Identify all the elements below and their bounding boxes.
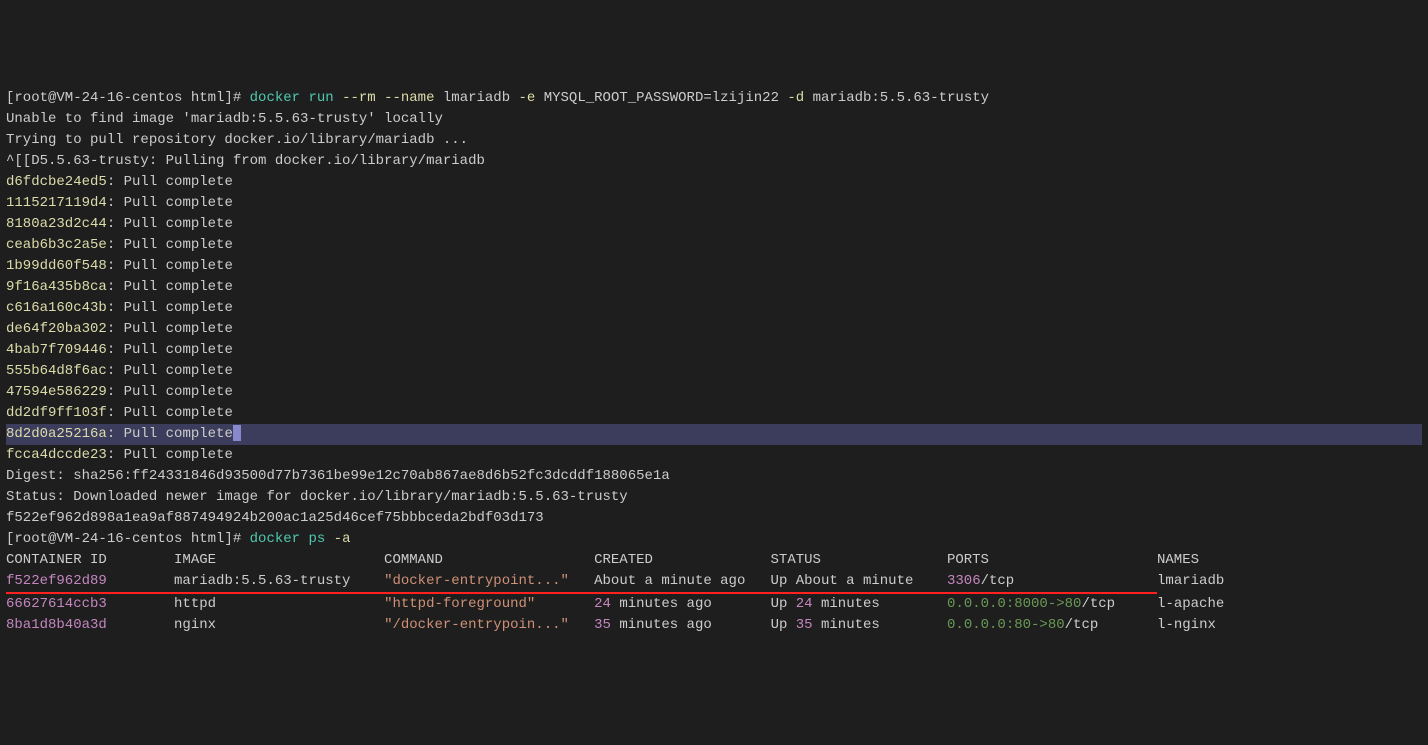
pull-layer: 8180a23d2c44: Pull complete [6, 214, 1422, 235]
prompt: [root@VM-24-16-centos html]# [6, 90, 250, 106]
pull-layer: 555b64d8f6ac: Pull complete [6, 361, 1422, 382]
pull-layer: d6fdcbe24ed5: Pull complete [6, 172, 1422, 193]
env-value: MYSQL_ROOT_PASSWORD=lzijin22 [535, 90, 787, 106]
prompt: [root@VM-24-16-centos html]# [6, 531, 250, 547]
flag-d: -d [787, 90, 804, 106]
docker-cmd: docker run [250, 90, 334, 106]
terminal-output[interactable]: [root@VM-24-16-centos html]# docker run … [6, 88, 1422, 636]
pull-layer: 1b99dd60f548: Pull complete [6, 256, 1422, 277]
table-row: f522ef962d89 mariadb:5.5.63-trusty "dock… [6, 571, 1422, 594]
pull-layer: 8d2d0a25216a: Pull complete [6, 424, 1422, 445]
table-row: 8ba1d8b40a3d nginx "/docker-entrypoin...… [6, 615, 1422, 636]
digest-line: Digest: sha256:ff24331846d93500d77b7361b… [6, 466, 1422, 487]
container-id-output: f522ef962d898a1ea9af887494924b200ac1a25d… [6, 508, 1422, 529]
table-row: 66627614ccb3 httpd "httpd-foreground" 24… [6, 594, 1422, 615]
command-line-2: [root@VM-24-16-centos html]# docker ps -… [6, 529, 1422, 550]
pull-layer: c616a160c43b: Pull complete [6, 298, 1422, 319]
pull-layer: de64f20ba302: Pull complete [6, 319, 1422, 340]
command-line-1: [root@VM-24-16-centos html]# docker run … [6, 88, 1422, 109]
status-line: Status: Downloaded newer image for docke… [6, 487, 1422, 508]
name-value: lmariadb [435, 90, 519, 106]
pull-layer: 9f16a435b8ca: Pull complete [6, 277, 1422, 298]
flag-name: --name [384, 90, 434, 106]
pull-layer: dd2df9ff103f: Pull complete [6, 403, 1422, 424]
flag-a: -a [334, 531, 351, 547]
pull-layer: ceab6b3c2a5e: Pull complete [6, 235, 1422, 256]
output-line: ^[[D5.5.63-trusty: Pulling from docker.i… [6, 151, 1422, 172]
flag-e: -e [519, 90, 536, 106]
pull-layer: 1115217119d4: Pull complete [6, 193, 1422, 214]
image-name: mariadb:5.5.63-trusty [804, 90, 989, 106]
pull-layer: 4bab7f709446: Pull complete [6, 340, 1422, 361]
docker-cmd: docker ps [250, 531, 326, 547]
output-line: Unable to find image 'mariadb:5.5.63-tru… [6, 109, 1422, 130]
pull-layer: 47594e586229: Pull complete [6, 382, 1422, 403]
pull-layers: d6fdcbe24ed5: Pull complete1115217119d4:… [6, 172, 1422, 466]
table-header-row: CONTAINER ID IMAGE COMMAND CREATED STATU… [6, 550, 1422, 571]
flag-rm: --rm [342, 90, 376, 106]
output-line: Trying to pull repository docker.io/libr… [6, 130, 1422, 151]
pull-layer: fcca4dccde23: Pull complete [6, 445, 1422, 466]
